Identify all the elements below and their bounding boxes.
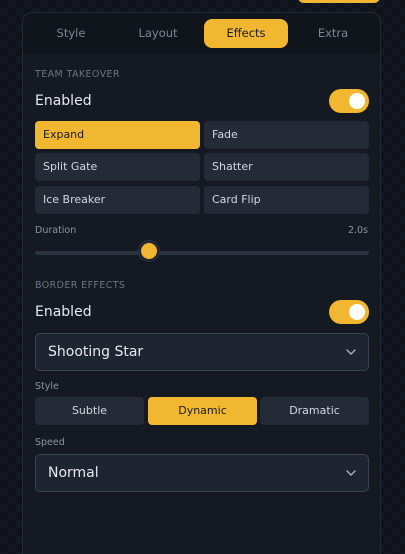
- border-effect-select[interactable]: Shooting Star: [35, 333, 369, 371]
- toggle-knob: [349, 304, 365, 320]
- tab-bar: Style Layout Effects Extra: [23, 13, 380, 54]
- toggle-knob: [349, 93, 365, 109]
- team-takeover-enabled-toggle[interactable]: [329, 89, 369, 113]
- speed-select[interactable]: Normal: [35, 454, 369, 492]
- animation-option-card-flip[interactable]: Card Flip: [204, 186, 369, 214]
- chevron-down-icon: [346, 470, 356, 476]
- duration-label: Duration: [35, 225, 77, 236]
- duration-slider-track[interactable]: [35, 251, 369, 255]
- tab-layout[interactable]: Layout: [116, 19, 200, 48]
- border-effects-heading: BORDER EFFECTS: [35, 280, 126, 291]
- animation-option-split-gate[interactable]: Split Gate: [35, 153, 200, 181]
- team-takeover-enabled-label: Enabled: [35, 93, 92, 109]
- speed-label: Speed: [35, 437, 65, 448]
- top-accent-button-edge[interactable]: [298, 0, 380, 3]
- border-effect-select-value: Shooting Star: [48, 344, 144, 360]
- style-label: Style: [35, 381, 59, 392]
- effects-panel: Style Layout Effects Extra TEAM TAKEOVER…: [22, 12, 381, 554]
- duration-slider-thumb[interactable]: [138, 241, 159, 261]
- animation-option-ice-breaker[interactable]: Ice Breaker: [35, 186, 200, 214]
- speed-select-value: Normal: [48, 465, 99, 481]
- chevron-down-icon: [346, 349, 356, 355]
- tab-style[interactable]: Style: [29, 19, 113, 48]
- animation-option-fade[interactable]: Fade: [204, 121, 369, 149]
- tab-extra[interactable]: Extra: [291, 19, 375, 48]
- border-effects-enabled-toggle[interactable]: [329, 300, 369, 324]
- duration-value: 2.0s: [347, 225, 368, 236]
- team-takeover-heading: TEAM TAKEOVER: [35, 69, 120, 80]
- tab-effects[interactable]: Effects: [204, 19, 288, 48]
- animation-option-expand[interactable]: Expand: [35, 121, 200, 149]
- style-option-dramatic[interactable]: Dramatic: [260, 397, 369, 425]
- style-option-dynamic[interactable]: Dynamic: [148, 397, 257, 425]
- animation-option-shatter[interactable]: Shatter: [204, 153, 369, 181]
- style-option-subtle[interactable]: Subtle: [35, 397, 144, 425]
- border-effects-enabled-label: Enabled: [35, 304, 92, 320]
